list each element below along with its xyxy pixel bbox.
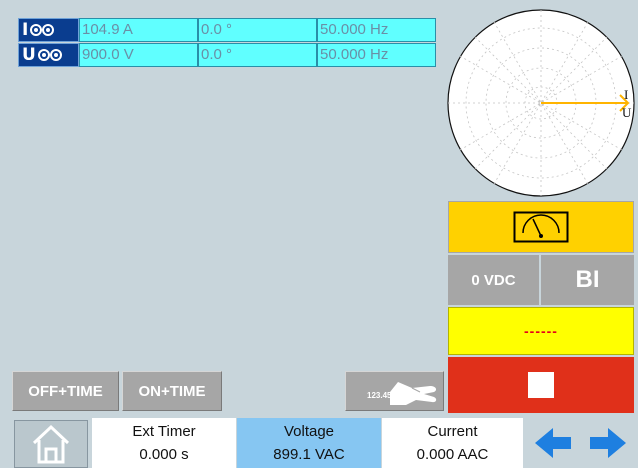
- screen: I 104.9 A 0.0 ° 50.000 Hz U 900.0 V 0.0 …: [0, 0, 638, 468]
- ext-timer-label: Ext Timer: [132, 423, 196, 440]
- phasor-current-label: I: [624, 87, 628, 102]
- status-display: ------: [448, 307, 634, 355]
- off-time-button[interactable]: OFF+TIME: [12, 371, 119, 411]
- hand-keypad-icon: [390, 382, 437, 405]
- phasor-voltage-label: U: [622, 105, 632, 120]
- arrow-right-icon: [590, 428, 626, 458]
- current-source-icon[interactable]: I: [18, 18, 79, 42]
- analog-meter-icon: [513, 211, 569, 243]
- voltage-amplitude-field[interactable]: 900.0 V: [79, 43, 198, 67]
- binary-input-button[interactable]: BI: [541, 255, 634, 305]
- current-value: 0.000 AAC: [416, 446, 489, 463]
- phasor-diagram: I U: [447, 9, 635, 197]
- voltage-frequency-field[interactable]: 50.000 Hz: [317, 43, 436, 67]
- voltage-panel[interactable]: Voltage 899.1 VAC: [237, 418, 381, 468]
- arrow-left-icon: [535, 428, 571, 458]
- ext-timer-panel[interactable]: Ext Timer 0.000 s: [92, 418, 236, 468]
- current-panel[interactable]: Current 0.000 AAC: [382, 418, 523, 468]
- voltage-label: Voltage: [283, 423, 335, 440]
- voltage-source-icon[interactable]: U: [18, 43, 79, 67]
- current-phase-field[interactable]: 0.0 °: [198, 18, 317, 42]
- voltage-phase-field[interactable]: 0.0 °: [198, 43, 317, 67]
- ext-timer-value: 0.000 s: [139, 446, 189, 463]
- meter-button[interactable]: [448, 201, 634, 253]
- voltage-value: 899.1 VAC: [273, 446, 345, 463]
- home-button[interactable]: [14, 420, 88, 468]
- current-label: Current: [427, 423, 478, 440]
- home-icon: [32, 424, 70, 464]
- previous-button[interactable]: [525, 418, 581, 468]
- keypad-button[interactable]: 123.45: [345, 371, 444, 411]
- stop-icon: [528, 372, 554, 398]
- current-frequency-field[interactable]: 50.000 Hz: [317, 18, 436, 42]
- next-button[interactable]: [580, 418, 636, 468]
- stop-button[interactable]: [448, 357, 634, 413]
- current-amplitude-field[interactable]: 104.9 A: [79, 18, 198, 42]
- dc-voltage-display: 0 VDC: [448, 255, 539, 305]
- on-time-button[interactable]: ON+TIME: [122, 371, 222, 411]
- keypad-value: 123.45: [367, 391, 392, 400]
